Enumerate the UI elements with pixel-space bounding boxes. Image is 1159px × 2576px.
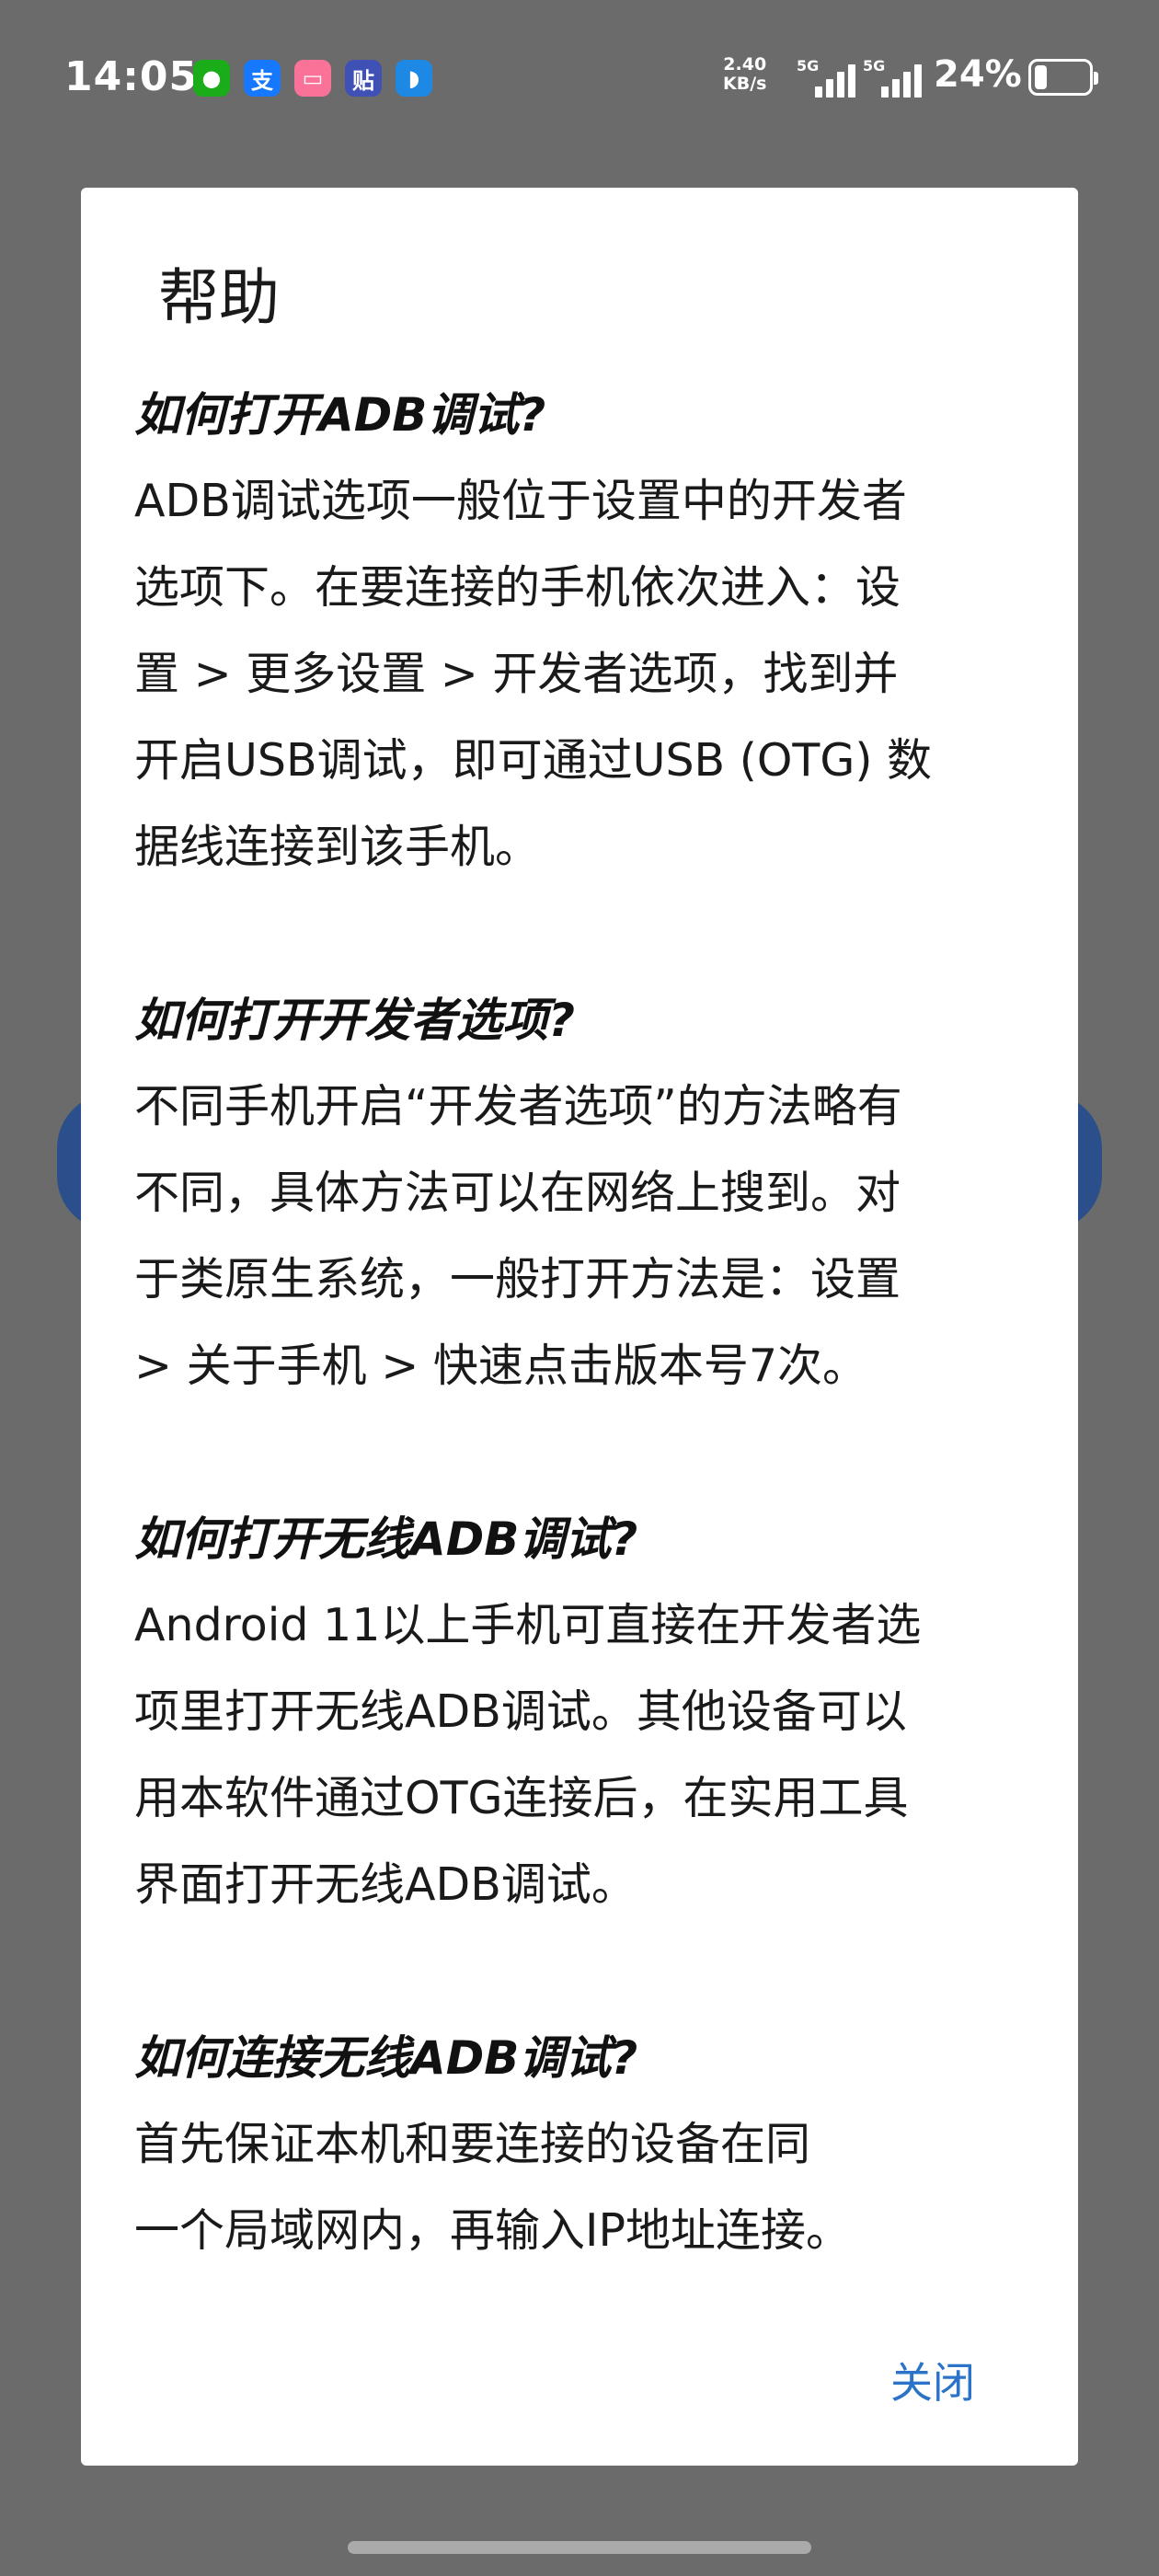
help-answer-line: 据线连接到该手机。: [134, 821, 541, 873]
help-question: 如何打开开发者选项?: [134, 994, 576, 1047]
help-answer-line: 不同手机开启“开发者选项”的方法略有: [134, 1080, 902, 1133]
network-speed: 2.40 KB/s: [723, 55, 766, 94]
bilibili-icon: ▭: [294, 60, 331, 97]
battery-icon: [1028, 59, 1098, 96]
help-answer-line: 一个局域网内，再输入IP地址连接。: [134, 2204, 851, 2257]
help-answer-line: 开启USB调试，即可通过USB (OTG) 数: [134, 734, 933, 787]
help-answer-line: 首先保证本机和要连接的设备在同: [134, 2118, 811, 2170]
signal-icon: 5G: [797, 57, 861, 98]
help-answer-line: ADB调试选项一般位于设置中的开发者: [134, 475, 907, 527]
help-answer-line: 不同，具体方法可以在网络上搜到。对: [134, 1167, 901, 1219]
help-answer-line: 选项下。在要连接的手机依次进入：设: [134, 561, 901, 614]
help-question: 如何打开ADB调试?: [134, 388, 546, 442]
help-answer-line: 项里打开无线ADB调试。其他设备可以: [134, 1685, 907, 1738]
alipay-icon: 支: [244, 60, 281, 97]
help-answer-line: Android 11以上手机可直接在开发者选: [134, 1599, 922, 1651]
help-content: 如何打开ADB调试? ADB调试选项一般位于设置中的开发者 选项下。在要连接的手机依…: [134, 372, 1054, 2274]
network-speed-value: 2.40: [723, 54, 767, 75]
signal-icon: 5G: [863, 57, 927, 98]
notification-icons: ● 支 ▭ 贴 ◗: [193, 60, 432, 97]
dialog-title: 帮助: [158, 262, 280, 333]
help-answer-line: 于类原生系统，一般打开方法是：设置: [134, 1253, 901, 1305]
help-answer-line: 界面打开无线ADB调试。: [134, 1858, 637, 1911]
help-dialog: 帮助 如何打开ADB调试? ADB调试选项一般位于设置中的开发者 选项下。在要连接的…: [81, 188, 1078, 2466]
help-answer-line: > 关于手机 > 快速点击版本号7次。: [134, 1340, 868, 1392]
tieba-icon: 贴: [345, 60, 382, 97]
battery-percent: 24%: [934, 53, 1022, 96]
home-indicator[interactable]: [348, 2541, 811, 2554]
signal-type-label: 5G: [797, 57, 820, 75]
help-answer-line: 用本软件通过OTG连接后，在实用工具: [134, 1772, 909, 1824]
signal-type-label: 5G: [863, 57, 886, 75]
status-bar: 14:05 ● 支 ▭ 贴 ◗ 2.40 KB/s 5G 5G 24%: [0, 0, 1159, 156]
wechat-icon: ●: [193, 60, 230, 97]
status-time: 14:05: [64, 53, 199, 100]
network-speed-unit: KB/s: [723, 74, 767, 94]
help-question: 如何打开无线ADB调试?: [134, 1512, 638, 1566]
close-button[interactable]: 关闭: [890, 2350, 975, 2410]
browser-icon: ◗: [396, 60, 432, 97]
help-question: 如何连接无线ADB调试?: [134, 2031, 638, 2085]
help-answer-line: 置 > 更多设置 > 开发者选项，找到并: [134, 648, 899, 700]
